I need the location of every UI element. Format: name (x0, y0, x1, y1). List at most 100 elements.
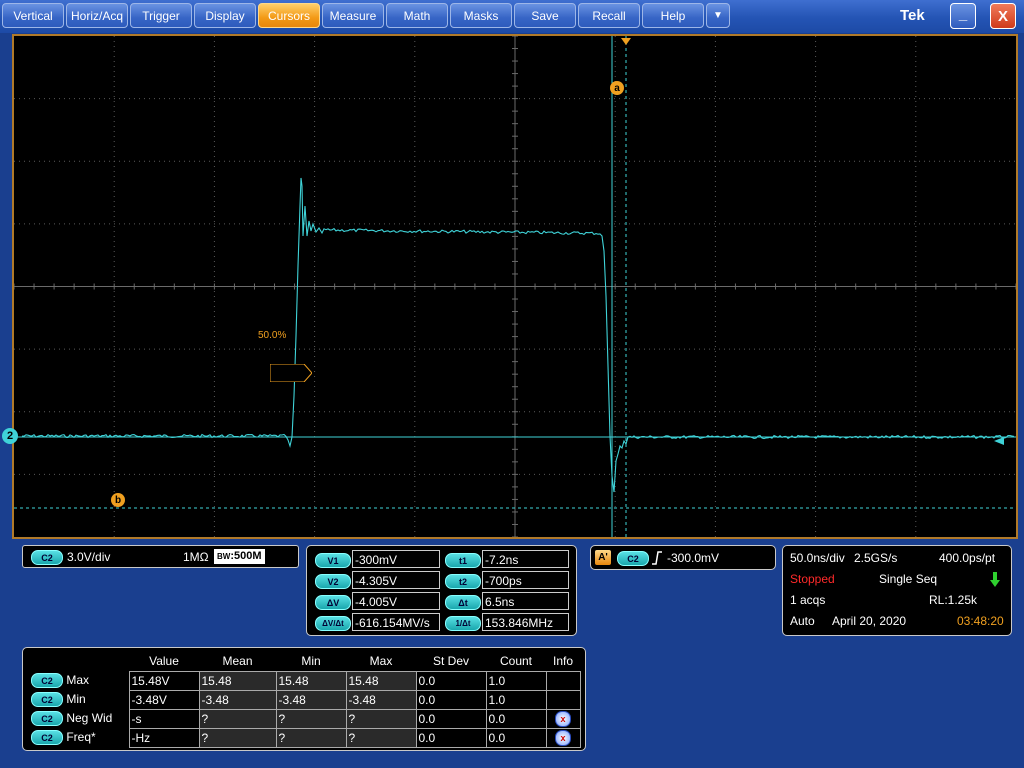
table-row[interactable]: C2 Freq* -Hz ? ? ? 0.0 0.0 x (29, 727, 581, 748)
menu-help[interactable]: Help (642, 3, 704, 28)
measurements-table: Value Mean Min Max St Dev Count Info C2 … (29, 652, 581, 748)
meas-min: -3.48 (275, 689, 347, 710)
t2-value: -700ps (482, 571, 569, 589)
dt-badge: Δt (445, 595, 481, 610)
meas-badge: C2 (31, 692, 63, 708)
meas-min: ? (275, 727, 347, 748)
menu-masks[interactable]: Masks (450, 3, 512, 28)
minimize-icon: _ (958, 5, 968, 23)
close-icon: X (997, 7, 1008, 25)
warning-info-icon[interactable]: x (555, 729, 571, 746)
menu-bar: Vertical Horiz/Acq Trigger Display Curso… (0, 0, 1024, 33)
acquisition-readout[interactable]: 50.0ns/div 2.5GS/s 400.0ps/pt Stopped Si… (782, 545, 1012, 636)
table-header-row: Value Mean Min Max St Dev Count Info (29, 652, 580, 671)
dvdt-value: -616.154MV/s (352, 613, 440, 631)
table-row[interactable]: C2 Min -3.48V -3.48 -3.48 -3.48 0.0 1.0 (29, 689, 581, 710)
ref-level-label: 50.0% (258, 330, 287, 341)
acq-seq: Single Seq (879, 572, 938, 586)
v2-badge: V2 (315, 574, 351, 589)
acq-mode: Auto (790, 614, 815, 628)
channel-readout[interactable]: C2 3.0V/div 1MΩ BW:500M (22, 545, 299, 568)
resolution: 400.0ps/pt (939, 551, 996, 565)
channel-bandwidth: BW:500M (214, 549, 265, 564)
meas-count: 0.0 (485, 708, 547, 729)
menu-trigger[interactable]: Trigger (130, 3, 192, 28)
channel-impedance: 1MΩ (183, 550, 209, 564)
trigger-mode-badge: A' (595, 550, 611, 565)
bw-label: BW (217, 552, 231, 561)
trigger-readout[interactable]: A' C2 -300.0mV (590, 545, 776, 570)
bw-value: :500M (230, 550, 262, 562)
menu-measure[interactable]: Measure (322, 3, 384, 28)
meas-name: Min (66, 691, 86, 706)
meas-badge: C2 (31, 673, 63, 689)
channel-scale: 3.0V/div (67, 550, 111, 564)
menu-math[interactable]: Math (386, 3, 448, 28)
menu-dropdown-icon[interactable]: ▼ (706, 3, 730, 28)
dv-badge: ΔV (315, 595, 351, 610)
graticule (14, 36, 1016, 537)
meas-min: ? (275, 708, 347, 729)
record-length: RL:1.25k (929, 593, 978, 607)
measurements-panel[interactable]: Value Mean Min Max St Dev Count Info C2 … (22, 647, 586, 751)
meas-name: Freq* (66, 729, 96, 744)
meas-mean: ? (198, 708, 277, 729)
meas-name: Neg Wid (66, 710, 113, 725)
col-value: Value (149, 654, 179, 669)
meas-stdev: 0.0 (415, 670, 487, 691)
sample-rate: 2.5GS/s (854, 551, 898, 565)
channel-offset-arrow-icon (994, 437, 1004, 445)
meas-mean: -3.48 (198, 689, 277, 710)
trigger-source-badge: C2 (617, 551, 649, 566)
col-max: Max (369, 654, 393, 669)
menu-recall[interactable]: Recall (578, 3, 640, 28)
acq-date: April 20, 2020 (832, 614, 907, 628)
ref-level-flag (270, 364, 312, 382)
trigger-position-icon (621, 38, 631, 45)
meas-stdev: 0.0 (415, 727, 487, 748)
dt-value: 6.5ns (482, 592, 569, 610)
meas-value: -s (128, 708, 200, 729)
channel-badge: C2 (31, 550, 63, 565)
menu-cursors[interactable]: Cursors (258, 3, 320, 28)
channel-2-marker[interactable]: 2 (2, 428, 18, 444)
dvdt-badge: ΔV/Δt (315, 616, 351, 631)
table-row[interactable]: C2 Max 15.48V 15.48 15.48 15.48 0.0 1.0 (29, 670, 581, 691)
cursor-readout[interactable]: V1 -300mV V2 -4.305V ΔV -4.005V ΔV/Δt -6… (306, 545, 577, 636)
trigger-level: -300.0mV (667, 551, 720, 565)
col-min: Min (301, 654, 321, 669)
meas-max: ? (345, 708, 417, 729)
meas-info (545, 689, 581, 710)
run-indicator-icon (990, 572, 1000, 587)
t1-value: -7.2ns (482, 550, 569, 568)
menu-save[interactable]: Save (514, 3, 576, 28)
rising-edge-icon (652, 551, 662, 565)
minimize-button[interactable]: _ (950, 3, 976, 29)
cursor-a-handle[interactable]: a (610, 81, 624, 95)
menu-display[interactable]: Display (194, 3, 256, 28)
meas-min: 15.48 (275, 670, 347, 691)
meas-count: 1.0 (485, 670, 547, 691)
menu-horiz-acq[interactable]: Horiz/Acq (66, 3, 128, 28)
meas-count: 1.0 (485, 689, 547, 710)
meas-max: ? (345, 727, 417, 748)
col-count: Count (499, 654, 533, 669)
meas-max: 15.48 (345, 670, 417, 691)
v1-value: -300mV (352, 550, 440, 568)
close-button[interactable]: X (990, 3, 1016, 29)
col-mean: Mean (222, 654, 253, 669)
table-row[interactable]: C2 Neg Wid -s ? ? ? 0.0 0.0 x (29, 708, 581, 729)
invdt-badge: 1/Δt (445, 616, 481, 631)
meas-stdev: 0.0 (415, 708, 487, 729)
menu-vertical[interactable]: Vertical (2, 3, 64, 28)
warning-info-icon[interactable]: x (555, 710, 571, 727)
waveform-display[interactable]: 50.0% a b 2 (2, 34, 1018, 539)
meas-badge: C2 (31, 711, 63, 727)
t1-badge: t1 (445, 553, 481, 568)
meas-badge: C2 (31, 730, 63, 746)
t2-badge: t2 (445, 574, 481, 589)
meas-value: -Hz (128, 727, 200, 748)
meas-value: 15.48V (128, 670, 200, 691)
acq-count: 1 acqs (790, 593, 826, 607)
cursor-b-handle[interactable]: b (111, 493, 125, 507)
